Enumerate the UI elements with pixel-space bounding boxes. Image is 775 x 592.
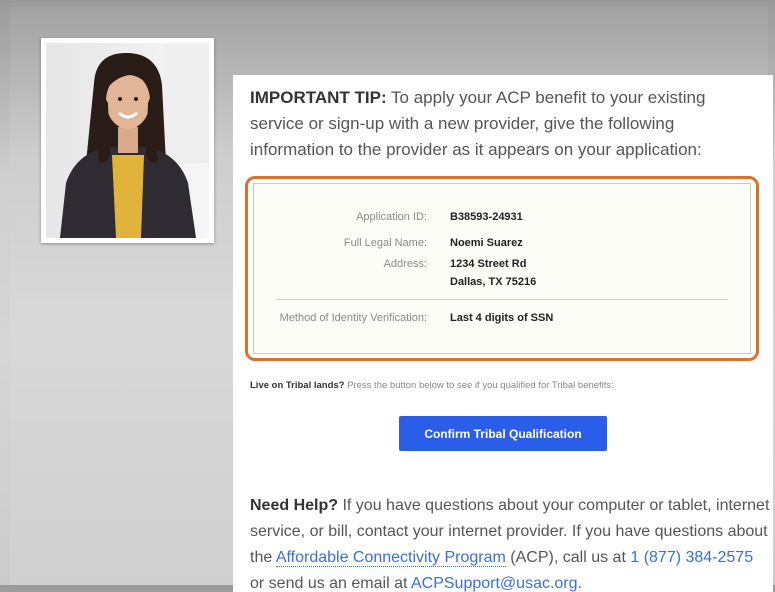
tribal-lands-note: Live on Tribal lands? Press the button b… [250, 380, 614, 391]
presenter-photo [46, 43, 209, 238]
help-text-2: (ACP), call us at [505, 549, 631, 566]
help-text-4: . [577, 575, 582, 592]
help-heading: Need Help? [250, 497, 339, 514]
verification-method-value: Last 4 digits of SSN [450, 312, 554, 324]
help-text-3: or send us an email at [250, 575, 411, 592]
address-line-1: 1234 Street Rd [450, 258, 527, 270]
highlight-outline: Application ID: B38593-24931 Full Legal … [245, 176, 759, 361]
full-name-label: Full Legal Name: [343, 237, 427, 249]
full-name-value: Noemi Suarez [450, 237, 523, 249]
need-help-section: Need Help? If you have questions about y… [250, 493, 770, 592]
tip-heading: IMPORTANT TIP: [250, 88, 387, 107]
application-id-label: Application ID: [356, 211, 427, 223]
card-divider [276, 299, 728, 300]
verification-method-label: Method of Identity Verification: [279, 312, 427, 324]
application-summary-panel: IMPORTANT TIP: To apply your ACP benefit… [233, 75, 773, 592]
slide-background: IMPORTANT TIP: To apply your ACP benefit… [10, 7, 773, 592]
application-details-card: Application ID: B38593-24931 Full Legal … [253, 183, 751, 354]
address-label: Address: [383, 258, 427, 270]
confirm-tribal-qualification-button[interactable]: Confirm Tribal Qualification [399, 416, 607, 451]
tribal-question: Live on Tribal lands? [250, 380, 345, 391]
email-link[interactable]: ACPSupport@usac.org [411, 575, 578, 592]
presenter-photo-frame [41, 38, 214, 243]
application-id-value: B38593-24931 [450, 211, 523, 223]
important-tip: IMPORTANT TIP: To apply your ACP benefit… [250, 85, 750, 163]
acp-program-link[interactable]: Affordable Connectivity Program [275, 549, 506, 567]
address-line-2: Dallas, TX 75216 [450, 276, 537, 288]
phone-link[interactable]: 1 (877) 384-2575 [630, 549, 753, 566]
tribal-text: Press the button below to see if you qua… [344, 380, 614, 391]
